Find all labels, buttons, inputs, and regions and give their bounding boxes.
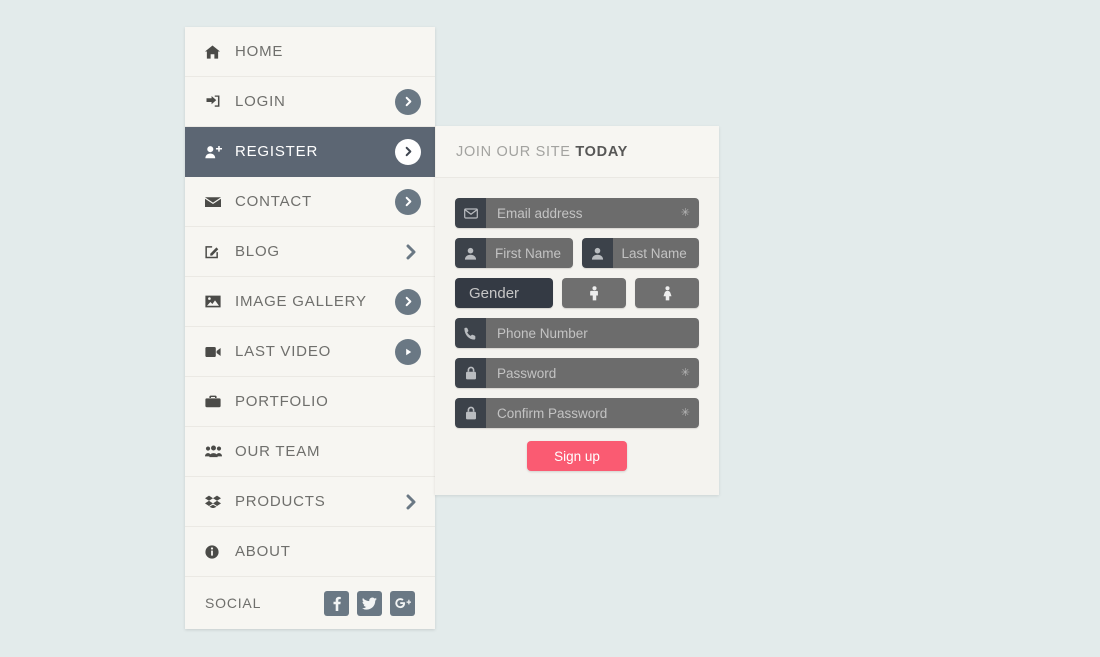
picture-icon bbox=[205, 293, 227, 311]
pencil-square-icon bbox=[205, 243, 227, 261]
gender-row: Gender bbox=[455, 278, 699, 308]
sidebar-item-about[interactable]: ABOUT bbox=[185, 527, 435, 577]
google-plus-icon[interactable] bbox=[390, 590, 415, 616]
nav-arrow[interactable] bbox=[395, 88, 421, 115]
group-icon bbox=[205, 443, 227, 461]
password-input[interactable]: Password ✳ bbox=[486, 358, 699, 388]
dropbox-icon bbox=[205, 493, 227, 511]
twitter-icon[interactable] bbox=[357, 590, 382, 616]
facebook-icon[interactable] bbox=[324, 590, 349, 616]
sidebar-item-label: CONTACT bbox=[235, 193, 312, 210]
sidebar-item-login[interactable]: LOGIN bbox=[185, 77, 435, 127]
phone-input[interactable]: Phone Number bbox=[486, 318, 699, 348]
sidebar-item-portfolio[interactable]: PORTFOLIO bbox=[185, 377, 435, 427]
first-name-field[interactable]: First Name bbox=[455, 238, 573, 268]
form-title-emphasis: TODAY bbox=[575, 143, 629, 160]
sign-in-icon bbox=[205, 93, 227, 111]
sidebar-item-label: ABOUT bbox=[235, 543, 291, 560]
play-circle-icon bbox=[395, 338, 421, 365]
sidebar-nav: HOME LOGIN REGISTER CONTACT BLOG IMAGE G… bbox=[185, 27, 435, 629]
nav-arrow[interactable] bbox=[395, 138, 421, 165]
page-root: HOME LOGIN REGISTER CONTACT BLOG IMAGE G… bbox=[0, 0, 1100, 657]
required-marker: ✳ bbox=[680, 206, 690, 219]
user-icon bbox=[455, 238, 486, 268]
user-plus-icon bbox=[205, 143, 227, 161]
sidebar-item-our-team[interactable]: OUR TEAM bbox=[185, 427, 435, 477]
male-icon bbox=[588, 285, 601, 301]
first-name-placeholder: First Name bbox=[495, 245, 562, 261]
sidebar-item-label: PRODUCTS bbox=[235, 493, 326, 510]
nav-arrow[interactable] bbox=[395, 188, 421, 215]
last-name-field[interactable]: Last Name bbox=[581, 238, 699, 268]
sidebar-item-contact[interactable]: CONTACT bbox=[185, 177, 435, 227]
sidebar-item-blog[interactable]: BLOG bbox=[185, 227, 435, 277]
phone-field[interactable]: Phone Number bbox=[455, 318, 699, 348]
sidebar-item-last-video[interactable]: LAST VIDEO bbox=[185, 327, 435, 377]
nav-arrow[interactable] bbox=[395, 288, 421, 315]
info-icon bbox=[205, 543, 227, 561]
nav-arrow[interactable] bbox=[395, 338, 421, 365]
gender-option-male[interactable] bbox=[562, 278, 626, 308]
briefcase-icon bbox=[205, 393, 227, 411]
form-title-prefix: JOIN OUR SITE bbox=[456, 143, 571, 160]
social-icon-list bbox=[324, 590, 415, 616]
envelope-icon bbox=[455, 198, 486, 228]
password-placeholder: Password bbox=[497, 365, 557, 381]
sidebar-item-home[interactable]: HOME bbox=[185, 27, 435, 77]
confirm-password-placeholder: Confirm Password bbox=[497, 405, 608, 421]
last-name-placeholder: Last Name bbox=[621, 245, 687, 261]
sidebar-item-label: PORTFOLIO bbox=[235, 393, 329, 410]
sidebar-item-label: OUR TEAM bbox=[235, 443, 321, 460]
name-row: First Name Last Name bbox=[455, 238, 699, 268]
social-label: SOCIAL bbox=[205, 595, 262, 611]
chevron-right-icon bbox=[406, 244, 416, 259]
user-icon bbox=[581, 238, 613, 268]
chevron-right-circle-icon bbox=[395, 188, 421, 215]
chevron-right-circle-icon bbox=[395, 288, 421, 315]
social-row: SOCIAL bbox=[185, 577, 435, 629]
nav-arrow[interactable] bbox=[401, 492, 421, 512]
confirm-password-field[interactable]: Confirm Password ✳ bbox=[455, 398, 699, 428]
first-name-input[interactable]: First Name bbox=[486, 238, 573, 268]
password-field[interactable]: Password ✳ bbox=[455, 358, 699, 388]
email-field[interactable]: Email address ✳ bbox=[455, 198, 699, 228]
sidebar-item-label: LAST VIDEO bbox=[235, 343, 332, 360]
email-input[interactable]: Email address ✳ bbox=[486, 198, 699, 228]
gender-option-female[interactable] bbox=[635, 278, 699, 308]
chevron-right-circle-icon bbox=[395, 88, 421, 115]
female-icon bbox=[661, 285, 674, 301]
lock-icon bbox=[455, 398, 486, 428]
form-title: JOIN OUR SITE TODAY bbox=[456, 144, 628, 160]
form-header: JOIN OUR SITE TODAY bbox=[435, 126, 719, 178]
confirm-password-input[interactable]: Confirm Password ✳ bbox=[486, 398, 699, 428]
video-icon bbox=[205, 343, 227, 361]
gender-label: Gender bbox=[455, 278, 553, 308]
envelope-icon bbox=[205, 193, 227, 211]
required-marker: ✳ bbox=[680, 406, 690, 419]
sidebar-item-label: IMAGE GALLERY bbox=[235, 293, 367, 310]
chevron-right-icon bbox=[406, 494, 416, 509]
sidebar-item-products[interactable]: PRODUCTS bbox=[185, 477, 435, 527]
phone-icon bbox=[455, 318, 486, 348]
last-name-input[interactable]: Last Name bbox=[612, 238, 699, 268]
sidebar-item-register[interactable]: REGISTER bbox=[185, 127, 435, 177]
sidebar-item-label: REGISTER bbox=[235, 143, 319, 160]
phone-placeholder: Phone Number bbox=[497, 325, 588, 341]
register-form-panel: JOIN OUR SITE TODAY Email address ✳ Firs… bbox=[435, 126, 719, 495]
sidebar-item-label: HOME bbox=[235, 43, 284, 60]
lock-icon bbox=[455, 358, 486, 388]
required-marker: ✳ bbox=[680, 366, 690, 379]
submit-row: Sign up bbox=[455, 441, 699, 471]
nav-arrow[interactable] bbox=[401, 242, 421, 262]
home-icon bbox=[205, 43, 227, 61]
sidebar-item-image-gallery[interactable]: IMAGE GALLERY bbox=[185, 277, 435, 327]
form-body: Email address ✳ First Name Last Name Gen… bbox=[435, 178, 719, 495]
sidebar-item-label: LOGIN bbox=[235, 93, 286, 110]
chevron-right-circle-icon bbox=[395, 138, 421, 165]
sidebar-item-label: BLOG bbox=[235, 243, 280, 260]
email-placeholder: Email address bbox=[497, 205, 583, 221]
sign-up-button[interactable]: Sign up bbox=[527, 441, 627, 471]
gender-label-text: Gender bbox=[469, 284, 520, 302]
